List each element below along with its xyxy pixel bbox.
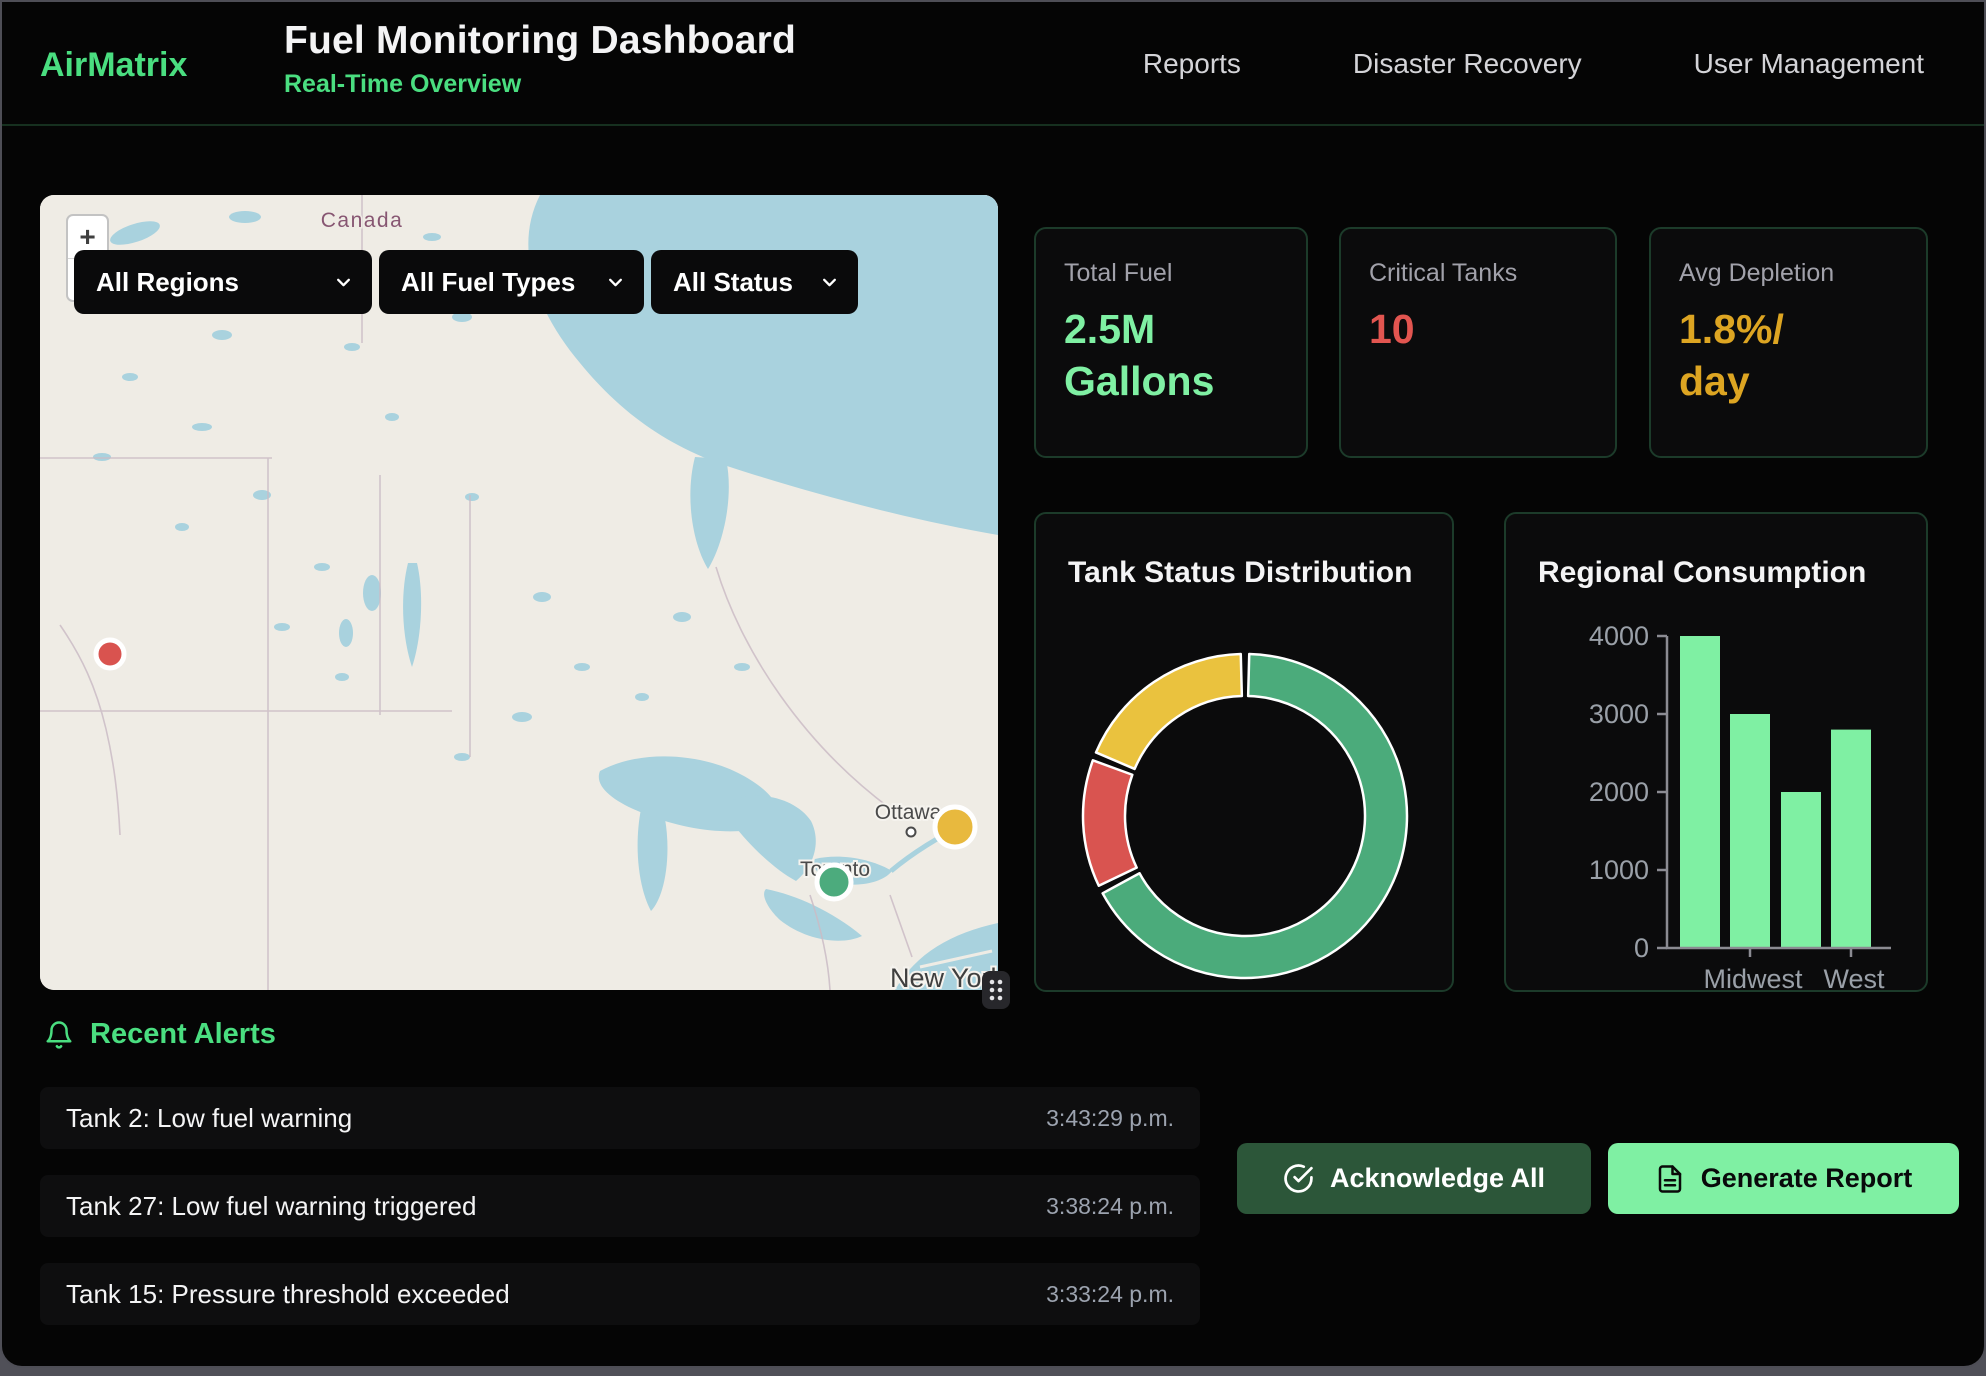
critical-tanks-value: 10 bbox=[1369, 304, 1587, 356]
avg-depletion-label: Avg Depletion bbox=[1679, 259, 1898, 288]
page-title: Fuel Monitoring Dashboard bbox=[284, 19, 796, 63]
bell-icon bbox=[44, 1020, 74, 1050]
svg-text:0: 0 bbox=[1634, 933, 1649, 963]
regional-consumption-card: Regional Consumption 0 1000 2000 3000 4000 Mi… bbox=[1504, 512, 1928, 992]
tank-status-title: Tank Status Distribution bbox=[1068, 556, 1412, 590]
alert-row: Tank 2: Low fuel warning 3:43:29 p.m. bbox=[40, 1087, 1200, 1149]
svg-text:4000: 4000 bbox=[1589, 621, 1649, 651]
page-subtitle: Real-Time Overview bbox=[284, 70, 796, 99]
avg-depletion-card: Avg Depletion 1.8%/ day bbox=[1649, 227, 1928, 458]
map-marker-normal[interactable] bbox=[817, 865, 851, 899]
map-canvas[interactable]: Canada Ottawa Toronto New York + − All R… bbox=[40, 195, 998, 990]
chevron-down-icon bbox=[607, 274, 624, 291]
regional-consumption-title: Regional Consumption bbox=[1538, 556, 1866, 590]
acknowledge-all-label: Acknowledge All bbox=[1330, 1163, 1545, 1194]
map-label-ottawa: Ottawa bbox=[875, 801, 942, 824]
total-fuel-value: 2.5M Gallons bbox=[1064, 304, 1278, 407]
chevron-down-icon bbox=[335, 274, 352, 291]
map-graphic: Canada Ottawa Toronto New York bbox=[40, 195, 998, 990]
status-filter-dropdown[interactable]: All Status bbox=[651, 250, 858, 314]
app-header: AirMatrix Fuel Monitoring Dashboard Real… bbox=[2, 2, 1984, 126]
critical-tanks-card: Critical Tanks 10 bbox=[1339, 227, 1617, 458]
map-marker-critical[interactable] bbox=[96, 640, 124, 668]
critical-tanks-label: Critical Tanks bbox=[1369, 259, 1587, 288]
title-block: Fuel Monitoring Dashboard Real-Time Over… bbox=[284, 19, 796, 99]
map-marker-warning[interactable] bbox=[935, 807, 975, 847]
fuel-type-filter-value: All Fuel Types bbox=[401, 267, 575, 298]
chevron-down-icon bbox=[821, 274, 838, 291]
map-filters: All Regions All Fuel Types All Status bbox=[74, 250, 858, 314]
brand-logo: AirMatrix bbox=[40, 46, 187, 85]
drag-handle-icon[interactable] bbox=[982, 971, 1010, 1009]
region-filter-value: All Regions bbox=[96, 267, 239, 298]
svg-text:3000: 3000 bbox=[1589, 699, 1649, 729]
alert-timestamp: 3:43:29 p.m. bbox=[1046, 1105, 1174, 1132]
total-fuel-label: Total Fuel bbox=[1064, 259, 1278, 288]
map-label-canada: Canada bbox=[321, 209, 404, 232]
svg-text:2000: 2000 bbox=[1589, 777, 1649, 807]
svg-text:1000: 1000 bbox=[1589, 855, 1649, 885]
total-fuel-card: Total Fuel 2.5M Gallons bbox=[1034, 227, 1308, 458]
dashboard-app: AirMatrix Fuel Monitoring Dashboard Real… bbox=[0, 0, 1986, 1368]
generate-report-label: Generate Report bbox=[1701, 1163, 1913, 1194]
alert-timestamp: 3:38:24 p.m. bbox=[1046, 1193, 1174, 1220]
check-circle-icon bbox=[1283, 1163, 1314, 1194]
nav-reports[interactable]: Reports bbox=[1143, 48, 1241, 80]
avg-depletion-value: 1.8%/ day bbox=[1679, 304, 1898, 407]
alert-timestamp: 3:33:24 p.m. bbox=[1046, 1281, 1174, 1308]
tank-status-card: Tank Status Distribution bbox=[1034, 512, 1454, 992]
file-text-icon bbox=[1655, 1164, 1685, 1194]
alert-row: Tank 15: Pressure threshold exceeded 3:3… bbox=[40, 1263, 1200, 1325]
alert-message: Tank 2: Low fuel warning bbox=[66, 1103, 352, 1134]
generate-report-button[interactable]: Generate Report bbox=[1608, 1143, 1959, 1214]
nav-user-management[interactable]: User Management bbox=[1694, 48, 1924, 80]
svg-text:Midwest: Midwest bbox=[1703, 964, 1803, 994]
recent-alerts-header: Recent Alerts bbox=[44, 1018, 276, 1051]
alert-row: Tank 27: Low fuel warning triggered 3:38… bbox=[40, 1175, 1200, 1237]
nav-disaster-recovery[interactable]: Disaster Recovery bbox=[1353, 48, 1582, 80]
svg-text:West: West bbox=[1823, 964, 1885, 994]
alert-message: Tank 15: Pressure threshold exceeded bbox=[66, 1279, 510, 1310]
main-nav: Reports Disaster Recovery User Managemen… bbox=[1143, 2, 1924, 126]
acknowledge-all-button[interactable]: Acknowledge All bbox=[1237, 1143, 1591, 1214]
town-ring-icon bbox=[907, 828, 916, 837]
status-filter-value: All Status bbox=[673, 267, 793, 298]
region-filter-dropdown[interactable]: All Regions bbox=[74, 250, 372, 314]
alert-message: Tank 27: Low fuel warning triggered bbox=[66, 1191, 476, 1222]
fuel-type-filter-dropdown[interactable]: All Fuel Types bbox=[379, 250, 644, 314]
recent-alerts-title: Recent Alerts bbox=[90, 1018, 276, 1051]
